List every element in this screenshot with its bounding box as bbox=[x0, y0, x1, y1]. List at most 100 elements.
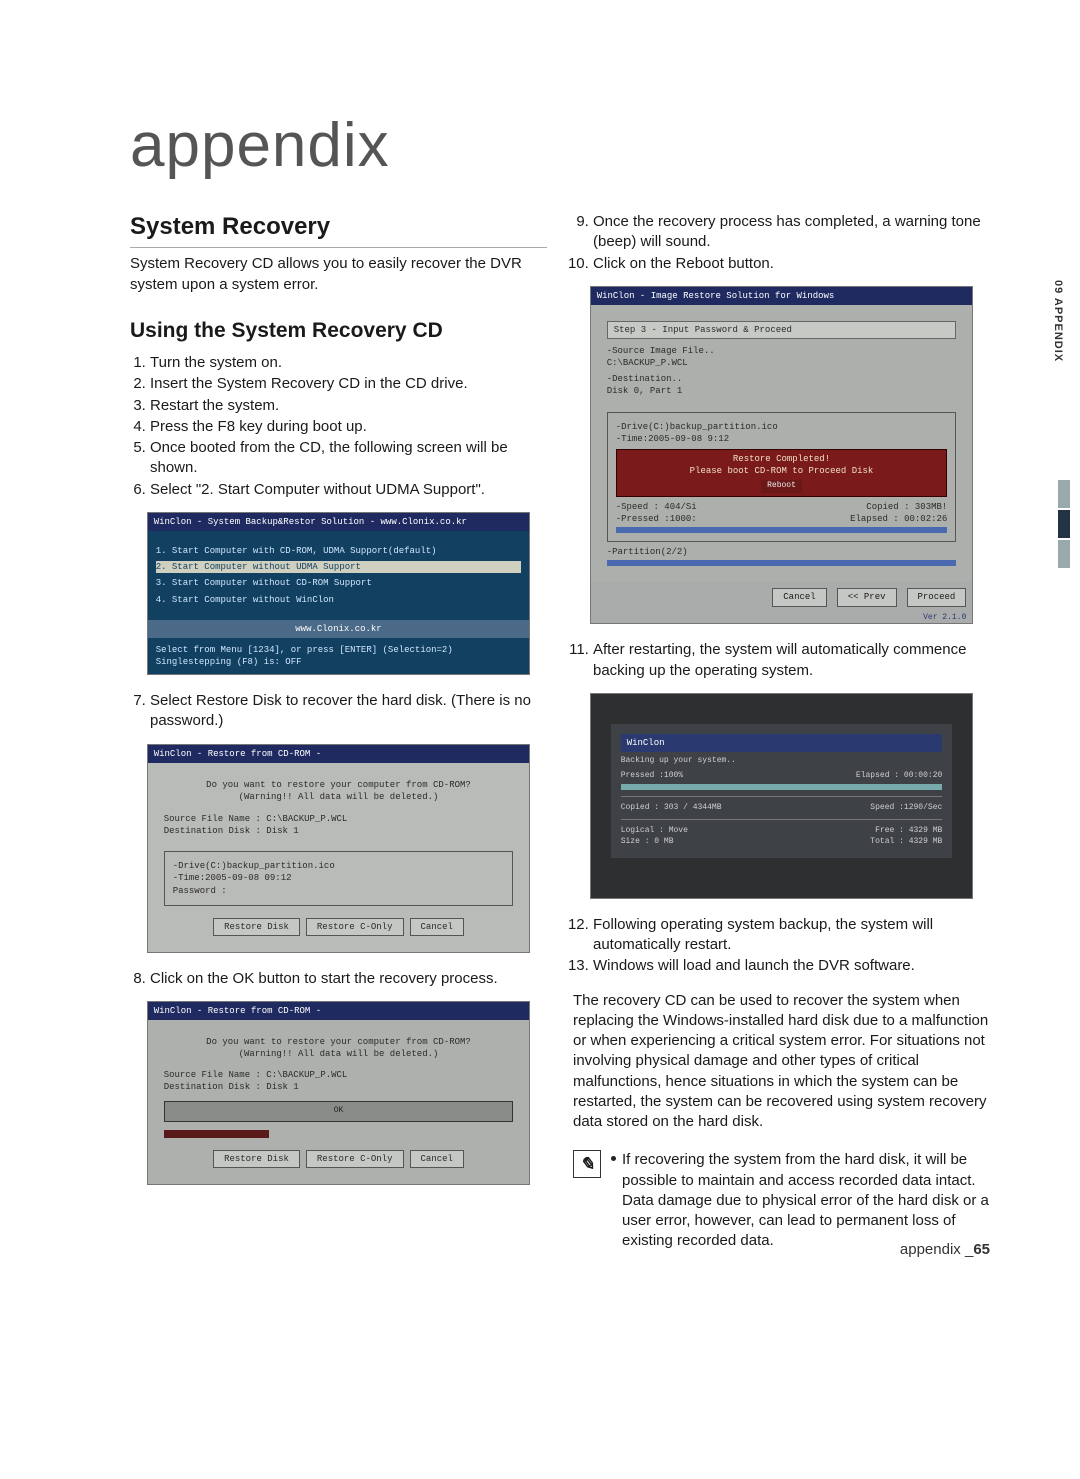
source-file: Source File Name : C:\BACKUP_P.WCL bbox=[164, 813, 514, 825]
source-image-path: C:\BACKUP_P.WCL bbox=[607, 357, 957, 369]
heading-system-recovery: System Recovery bbox=[130, 211, 547, 248]
screenshot-restore-dialog: WinClon - Restore from CD-ROM - Do you w… bbox=[147, 744, 531, 953]
screenshot-restore-proceed: WinClon - Image Restore Solution for Win… bbox=[590, 286, 974, 625]
bullet-icon bbox=[611, 1156, 616, 1161]
restore-warning: Do you want to restore your computer fro… bbox=[164, 1036, 514, 1060]
screenshot-restore-confirm: WinClon - Restore from CD-ROM - Do you w… bbox=[147, 1001, 531, 1185]
step-item: Press the F8 key during boot up. bbox=[150, 417, 547, 437]
screenshot-boot-menu: WinClon - System Backup&Restor Solution … bbox=[147, 512, 531, 675]
note-icon: ✎ bbox=[573, 1150, 601, 1178]
destination-disk: Destination Disk : Disk 1 bbox=[164, 1081, 514, 1093]
pressed-value: Pressed :100% bbox=[621, 771, 683, 782]
elapsed-value: Elapsed : 00:00:20 bbox=[856, 771, 942, 782]
page-footer: appendix _65 bbox=[900, 1241, 990, 1258]
dialog-message: Please boot CD-ROM to Proceed Disk bbox=[620, 465, 944, 477]
boot-url: www.Clonix.co.kr bbox=[148, 620, 530, 638]
reboot-button: Reboot bbox=[761, 480, 802, 493]
step-item: Insert the System Recovery CD in the CD … bbox=[150, 374, 547, 394]
step-item: After restarting, the system will automa… bbox=[593, 640, 990, 681]
boot-option: 1. Start Computer with CD-ROM, UDMA Supp… bbox=[156, 545, 522, 557]
step-item: Click on the Reboot button. bbox=[593, 254, 990, 274]
steps-list-b2: After restarting, the system will automa… bbox=[573, 640, 990, 681]
tab-mark bbox=[1058, 480, 1070, 508]
cancel-button: Cancel bbox=[410, 918, 464, 936]
restore-c-only-button: Restore C-Only bbox=[306, 1150, 404, 1168]
screenshot-titlebar: WinClon - System Backup&Restor Solution … bbox=[148, 513, 530, 531]
page-number: 65 bbox=[973, 1241, 990, 1258]
boot-singlestep-line: Singlestepping (F8) is: OFF bbox=[156, 656, 522, 668]
boot-option: 3. Start Computer without CD-ROM Support bbox=[156, 577, 522, 589]
restore-c-only-button: Restore C-Only bbox=[306, 918, 404, 936]
left-column: System Recovery System Recovery CD allow… bbox=[130, 211, 547, 1252]
step-item: Following operating system backup, the s… bbox=[593, 915, 990, 956]
section-tab-label: 09 APPENDIX bbox=[1052, 280, 1064, 362]
steps-list-a3: Click on the OK button to start the reco… bbox=[130, 969, 547, 989]
steps-list-c: Following operating system backup, the s… bbox=[573, 915, 990, 977]
screenshot-titlebar: WinClon - Restore from CD-ROM - bbox=[148, 745, 530, 763]
step-item: Select "2. Start Computer without UDMA S… bbox=[150, 480, 547, 500]
total-value: Total : 4329 MB bbox=[870, 837, 942, 848]
heading-using-recovery-cd: Using the System Recovery CD bbox=[130, 317, 547, 345]
screenshot-backup-progress: WinClon Backing up your system.. Pressed… bbox=[590, 693, 974, 899]
dialog-title: Restore Completed! bbox=[620, 453, 944, 465]
free-value: Free : 4329 MB bbox=[875, 826, 942, 837]
step-item: Once booted from the CD, the following s… bbox=[150, 438, 547, 479]
prev-button: << Prev bbox=[837, 588, 897, 606]
speed-value: -Speed : 404/Si bbox=[616, 501, 697, 513]
overlay-dialog: OK bbox=[164, 1101, 514, 1122]
step-item: Turn the system on. bbox=[150, 353, 547, 373]
step-item: Once the recovery process has completed,… bbox=[593, 212, 990, 253]
step-item: Windows will load and launch the DVR sof… bbox=[593, 956, 990, 976]
restore-warning: Do you want to restore your computer fro… bbox=[164, 779, 514, 803]
copied-value: Copied : 303MB! bbox=[866, 501, 947, 513]
note-block: ✎ If recovering the system from the hard… bbox=[573, 1150, 990, 1251]
note-text: If recovering the system from the hard d… bbox=[622, 1150, 990, 1251]
password-field: Password : bbox=[173, 885, 505, 897]
closing-paragraph: The recovery CD can be used to recover t… bbox=[573, 991, 990, 1133]
steps-list-a: Turn the system on. Insert the System Re… bbox=[130, 353, 547, 500]
backup-label: Backing up your system.. bbox=[621, 756, 943, 767]
boot-select-line: Select from Menu [1234], or press [ENTER… bbox=[156, 644, 522, 656]
step-item: Select Restore Disk to recover the hard … bbox=[150, 691, 547, 732]
right-column: Once the recovery process has completed,… bbox=[573, 211, 990, 1252]
steps-list-b: Once the recovery process has completed,… bbox=[573, 212, 990, 274]
progress-bar bbox=[621, 784, 943, 790]
progress-bar bbox=[616, 527, 948, 533]
cancel-button: Cancel bbox=[772, 588, 826, 606]
partition-line: -Partition(2/2) bbox=[607, 546, 957, 558]
destination-disk: Destination Disk : Disk 1 bbox=[164, 825, 514, 837]
boot-option: 4. Start Computer without WinClon bbox=[156, 594, 522, 606]
source-image-label: -Source Image File.. bbox=[607, 345, 957, 357]
progress-bar bbox=[164, 1130, 269, 1138]
time-line: -Time:2005-09-08 9:12 bbox=[616, 433, 948, 445]
intro-paragraph: System Recovery CD allows you to easily … bbox=[130, 254, 547, 295]
screenshot-titlebar: WinClon - Restore from CD-ROM - bbox=[148, 1002, 530, 1020]
destination-label: -Destination.. bbox=[607, 373, 957, 385]
version-label: Ver 2.1.0 bbox=[591, 613, 973, 624]
screenshot-titlebar: WinClon - Image Restore Solution for Win… bbox=[591, 287, 973, 305]
drive-line: -Drive(C:)backup_partition.ico bbox=[173, 860, 505, 872]
progress-bar bbox=[607, 560, 957, 566]
boot-option-selected: 2. Start Computer without UDMA Support bbox=[156, 561, 522, 573]
page-title: appendix bbox=[130, 110, 990, 181]
size-value: Size : 0 MB bbox=[621, 837, 674, 848]
source-file: Source File Name : C:\BACKUP_P.WCL bbox=[164, 1069, 514, 1081]
steps-list-a2: Select Restore Disk to recover the hard … bbox=[130, 691, 547, 732]
destination-path: Disk 0, Part 1 bbox=[607, 385, 957, 397]
section-tab: 09 APPENDIX bbox=[1052, 280, 1070, 640]
footer-word: appendix _ bbox=[900, 1241, 973, 1258]
tab-mark bbox=[1058, 540, 1070, 568]
cancel-button: Cancel bbox=[410, 1150, 464, 1168]
screenshot-titlebar: WinClon bbox=[621, 734, 943, 752]
elapsed-value: Elapsed : 00:02:26 bbox=[850, 513, 947, 525]
step-indicator: Step 3 - Input Password & Proceed bbox=[607, 321, 957, 339]
time-line: -Time:2005-09-08 09:12 bbox=[173, 872, 505, 884]
tab-mark-active bbox=[1058, 510, 1070, 538]
logical-value: Logical : Move bbox=[621, 826, 688, 837]
restore-disk-button: Restore Disk bbox=[213, 1150, 300, 1168]
restore-disk-button: Restore Disk bbox=[213, 918, 300, 936]
proceed-button: Proceed bbox=[907, 588, 967, 606]
step-item: Click on the OK button to start the reco… bbox=[150, 969, 547, 989]
copied-value: Copied : 303 / 4344MB bbox=[621, 803, 722, 814]
drive-line: -Drive(C:)backup_partition.ico bbox=[616, 421, 948, 433]
